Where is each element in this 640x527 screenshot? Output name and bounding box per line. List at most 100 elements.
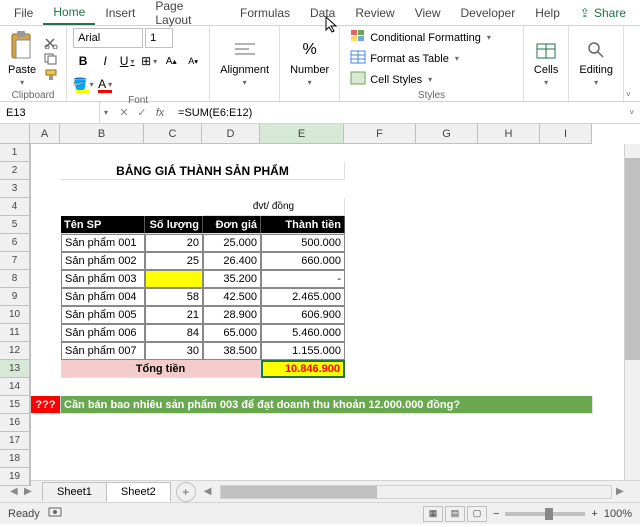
row-header-5[interactable]: 5 <box>0 216 30 234</box>
row-header-14[interactable]: 14 <box>0 378 30 396</box>
font-name-select[interactable] <box>73 28 143 48</box>
product-qty[interactable]: 58 <box>145 288 203 306</box>
row-header-18[interactable]: 18 <box>0 450 30 468</box>
namebox-dropdown[interactable]: ▾ <box>100 108 112 117</box>
row-header-15[interactable]: 15 <box>0 396 30 414</box>
header-total[interactable]: Thành tiền <box>261 216 345 234</box>
tab-nav-next[interactable]: ▶ <box>24 485 36 499</box>
row-header-7[interactable]: 7 <box>0 252 30 270</box>
bold-button[interactable]: B <box>73 51 93 71</box>
number-format-button[interactable]: % Number ▾ <box>286 36 333 89</box>
row-header-2[interactable]: 2 <box>0 162 30 180</box>
page-layout-view-button[interactable]: ▤ <box>445 506 465 522</box>
zoom-slider[interactable] <box>505 512 585 516</box>
row-header-3[interactable]: 3 <box>0 180 30 198</box>
menu-home[interactable]: Home <box>43 1 95 25</box>
product-price[interactable]: 26.400 <box>203 252 261 270</box>
product-name[interactable]: Sản phẩm 002 <box>61 252 145 270</box>
scrollbar-thumb[interactable] <box>625 158 640 360</box>
row-header-19[interactable]: 19 <box>0 468 30 486</box>
normal-view-button[interactable]: ▦ <box>423 506 443 522</box>
row-header-12[interactable]: 12 <box>0 342 30 360</box>
italic-button[interactable]: I <box>95 51 115 71</box>
ribbon-collapse-button[interactable]: ˅ <box>624 26 640 101</box>
menu-review[interactable]: Review <box>345 2 404 24</box>
col-header-F[interactable]: F <box>344 124 416 144</box>
font-decrease-button[interactable]: A▾ <box>183 51 203 71</box>
col-header-E[interactable]: E <box>260 124 344 144</box>
row-header-8[interactable]: 8 <box>0 270 30 288</box>
product-total[interactable]: 1.155.000 <box>261 342 345 360</box>
product-name[interactable]: Sản phẩm 001 <box>61 234 145 252</box>
share-button[interactable]: ⇪ Share <box>570 2 636 24</box>
product-total[interactable]: 660.000 <box>261 252 345 270</box>
horizontal-scrollbar[interactable] <box>220 485 612 499</box>
col-header-I[interactable]: I <box>540 124 592 144</box>
row-header-4[interactable]: 4 <box>0 198 30 216</box>
col-header-D[interactable]: D <box>202 124 260 144</box>
scrollbar-thumb[interactable] <box>221 486 377 498</box>
product-price[interactable]: 38.500 <box>203 342 261 360</box>
product-name[interactable]: Sản phẩm 004 <box>61 288 145 306</box>
row-header-16[interactable]: 16 <box>0 414 30 432</box>
row-header-11[interactable]: 11 <box>0 324 30 342</box>
product-qty[interactable]: 25 <box>145 252 203 270</box>
col-header-C[interactable]: C <box>144 124 202 144</box>
font-increase-button[interactable]: A▴ <box>161 51 181 71</box>
total-label[interactable]: Tổng tiền <box>61 360 261 378</box>
product-qty[interactable]: 21 <box>145 306 203 324</box>
product-price[interactable]: 28.900 <box>203 306 261 324</box>
question-text[interactable]: Cần bán bao nhiêu sản phẩm 003 để đạt do… <box>61 396 593 414</box>
menu-view[interactable]: View <box>405 2 451 24</box>
product-qty[interactable]: 20 <box>145 234 203 252</box>
product-qty[interactable]: 84 <box>145 324 203 342</box>
title-cell[interactable]: BẢNG GIÁ THÀNH SẢN PHẨM <box>61 162 345 180</box>
select-all-corner[interactable] <box>0 124 30 144</box>
alignment-button[interactable]: Alignment ▾ <box>216 36 273 89</box>
hscroll-right[interactable]: ▶ <box>616 485 628 499</box>
col-header-A[interactable]: A <box>30 124 60 144</box>
total-value[interactable]: 10.846.900 <box>261 360 345 378</box>
header-price[interactable]: Đơn giá <box>203 216 261 234</box>
col-header-B[interactable]: B <box>60 124 144 144</box>
row-header-1[interactable]: 1 <box>0 144 30 162</box>
question-mark[interactable]: ??? <box>31 396 61 414</box>
row-header-17[interactable]: 17 <box>0 432 30 450</box>
zoom-level[interactable]: 100% <box>604 508 632 520</box>
product-name[interactable]: Sản phẩm 006 <box>61 324 145 342</box>
menu-help[interactable]: Help <box>525 2 570 24</box>
copy-button[interactable] <box>42 52 60 66</box>
hscroll-left[interactable]: ◀ <box>204 485 216 499</box>
col-header-G[interactable]: G <box>416 124 478 144</box>
page-break-view-button[interactable]: ▢ <box>467 506 487 522</box>
product-name[interactable]: Sản phẩm 007 <box>61 342 145 360</box>
tab-nav-prev[interactable]: ◀ <box>10 485 22 499</box>
macro-record-icon[interactable] <box>48 506 62 521</box>
product-price[interactable]: 25.000 <box>203 234 261 252</box>
menu-developer[interactable]: Developer <box>451 2 526 24</box>
menu-insert[interactable]: Insert <box>95 2 145 24</box>
zoom-in-button[interactable]: + <box>591 508 597 520</box>
conditional-formatting-button[interactable]: Conditional Formatting▾ <box>346 28 495 47</box>
product-total[interactable]: 606.900 <box>261 306 345 324</box>
formula-input[interactable] <box>172 102 623 123</box>
product-total[interactable]: - <box>261 270 345 288</box>
header-name[interactable]: Tên SP <box>61 216 145 234</box>
product-price[interactable]: 65.000 <box>203 324 261 342</box>
editing-button[interactable]: Editing ▾ <box>575 36 617 89</box>
product-total[interactable]: 2.465.000 <box>261 288 345 306</box>
cells-area[interactable]: BẢNG GIÁ THÀNH SẢN PHẨMđvt/ đồngTên SPSố… <box>31 144 640 486</box>
unit-cell[interactable]: đvt/ đồng <box>203 198 345 216</box>
product-total[interactable]: 500.000 <box>261 234 345 252</box>
paste-button[interactable]: Paste ▾ <box>6 28 38 89</box>
vertical-scrollbar[interactable] <box>624 144 640 480</box>
product-name[interactable]: Sản phẩm 003 <box>61 270 145 288</box>
row-header-6[interactable]: 6 <box>0 234 30 252</box>
product-qty[interactable]: 30 <box>145 342 203 360</box>
row-header-13[interactable]: 13 <box>0 360 30 378</box>
format-painter-button[interactable] <box>42 68 60 82</box>
product-price[interactable]: 42.500 <box>203 288 261 306</box>
product-price[interactable]: 35.200 <box>203 270 261 288</box>
underline-button[interactable]: U▾ <box>117 51 137 71</box>
cell-styles-button[interactable]: Cell Styles▾ <box>346 70 495 89</box>
